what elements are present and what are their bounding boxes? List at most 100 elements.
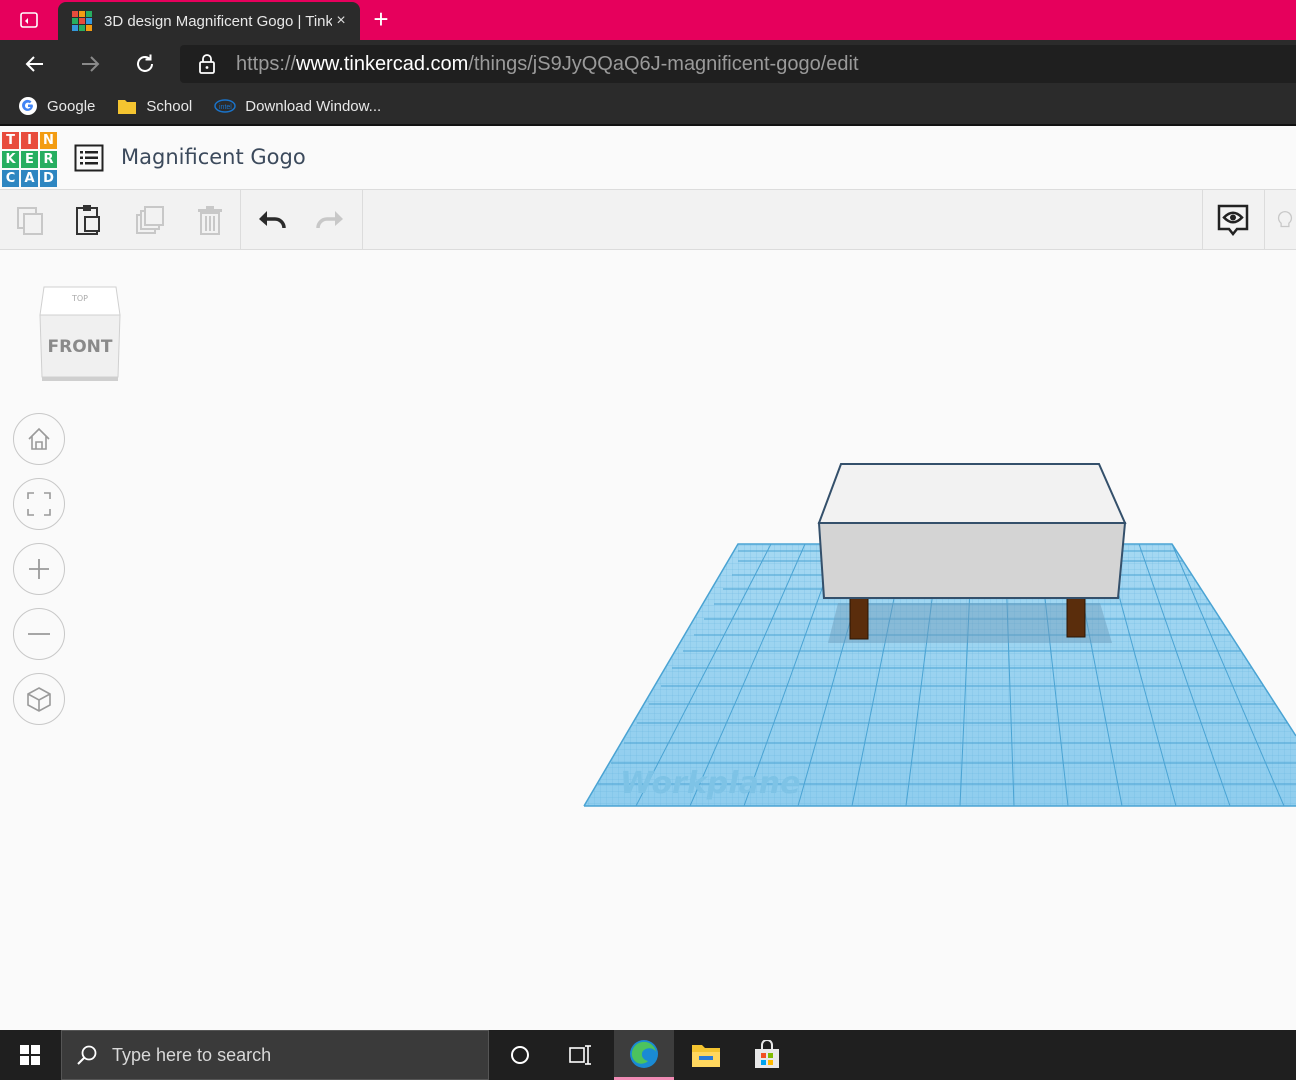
back-arrow-icon bbox=[25, 56, 43, 72]
search-placeholder: Type here to search bbox=[112, 1044, 272, 1065]
view-cube-graphic: TOP FRONT bbox=[39, 286, 121, 381]
new-tab-button[interactable]: + bbox=[368, 6, 394, 34]
intel-icon: intel bbox=[214, 99, 236, 113]
fit-view-button[interactable] bbox=[13, 478, 65, 530]
taskbar-search-box[interactable]: Type here to search bbox=[61, 1030, 489, 1080]
url-path: /things/jS9JyQQaQ6J-magnificent-gogo/edi… bbox=[468, 52, 859, 75]
search-icon bbox=[77, 1045, 97, 1065]
store-button[interactable] bbox=[737, 1030, 797, 1080]
task-view-icon bbox=[569, 1045, 591, 1065]
design-list-button[interactable] bbox=[74, 144, 104, 172]
address-bar[interactable]: https://www.tinkercad.com/things/jS9JyQQ… bbox=[180, 45, 1296, 83]
file-explorer-icon bbox=[692, 1045, 720, 1067]
home-view-button[interactable] bbox=[13, 413, 65, 465]
logo-letter: A bbox=[21, 170, 38, 187]
copy-button[interactable] bbox=[10, 200, 50, 240]
redo-button[interactable] bbox=[310, 200, 350, 240]
windows-taskbar: Type here to search bbox=[0, 1030, 1296, 1080]
design-title[interactable]: Magnificent Gogo bbox=[121, 145, 306, 169]
bookmark-google[interactable]: Google bbox=[18, 96, 95, 116]
forward-arrow-icon bbox=[82, 56, 100, 72]
view-cube[interactable]: TOP FRONT bbox=[36, 285, 124, 385]
bookmark-label: School bbox=[146, 97, 193, 115]
file-explorer-button[interactable] bbox=[676, 1030, 736, 1080]
browser-tab-strip: 3D design Magnificent Gogo | Tinkercad ×… bbox=[0, 0, 1296, 40]
folder-icon bbox=[118, 100, 137, 114]
lightbulb-icon bbox=[1277, 210, 1293, 228]
bookmark-download-windows[interactable]: intel Download Window... bbox=[214, 98, 381, 115]
undo-icon bbox=[259, 211, 286, 229]
windows-icon bbox=[20, 1045, 40, 1065]
copy-icon bbox=[17, 207, 43, 235]
logo-letter: C bbox=[2, 170, 19, 187]
paste-icon bbox=[76, 205, 100, 235]
duplicate-icon bbox=[136, 206, 164, 234]
workspace-canvas[interactable]: Workplane TOP FRONT bbox=[0, 251, 1296, 1029]
perspective-icon bbox=[27, 687, 51, 712]
refresh-button[interactable] bbox=[129, 48, 161, 80]
zoom-in-icon bbox=[29, 559, 49, 579]
tinkercad-logo[interactable]: T I N K E R C A D bbox=[2, 132, 57, 187]
bookmark-school[interactable]: School bbox=[117, 97, 192, 115]
toolbar-divider bbox=[1202, 190, 1203, 250]
logo-letter: K bbox=[2, 151, 19, 168]
3d-scene[interactable]: Workplane bbox=[0, 251, 1296, 1029]
refresh-icon bbox=[137, 54, 153, 72]
zoom-in-button[interactable] bbox=[13, 543, 65, 595]
home-icon bbox=[28, 427, 50, 450]
google-icon bbox=[19, 97, 37, 115]
undo-button[interactable] bbox=[252, 200, 292, 240]
edge-icon bbox=[630, 1039, 658, 1068]
logo-letter: T bbox=[2, 132, 19, 149]
paste-button[interactable] bbox=[68, 200, 108, 240]
workplane-label: Workplane bbox=[620, 766, 801, 801]
notes-button[interactable] bbox=[1213, 200, 1253, 240]
toolbar-divider bbox=[362, 190, 363, 250]
cortana-button[interactable] bbox=[490, 1030, 550, 1080]
perspective-button[interactable] bbox=[13, 673, 65, 725]
edge-taskbar-button[interactable] bbox=[614, 1030, 674, 1080]
bookmark-label: Google bbox=[47, 97, 96, 115]
trash-icon bbox=[198, 206, 222, 235]
hint-button[interactable] bbox=[1274, 200, 1296, 240]
redo-icon bbox=[316, 211, 343, 229]
tab-title: 3D design Magnificent Gogo | Tinkercad bbox=[104, 12, 332, 30]
zoom-out-button[interactable] bbox=[13, 608, 65, 660]
browser-toolbar: https://www.tinkercad.com/things/jS9JyQQ… bbox=[0, 40, 1296, 88]
viewcube-front-label: FRONT bbox=[48, 337, 113, 357]
zoom-out-icon bbox=[28, 633, 50, 635]
fit-view-icon bbox=[27, 492, 51, 516]
toolbar-divider bbox=[240, 190, 241, 250]
bookmarks-bar: Google School intel Download Window... bbox=[0, 88, 1296, 126]
tab-close-button[interactable]: × bbox=[332, 12, 350, 30]
notes-icon bbox=[1217, 204, 1249, 237]
tab-actions-button[interactable] bbox=[14, 8, 44, 32]
url-scheme: https:// bbox=[236, 52, 297, 75]
tinkercad-favicon bbox=[72, 11, 92, 31]
tab-actions-icon bbox=[20, 12, 38, 28]
forward-button[interactable] bbox=[74, 48, 106, 80]
back-button[interactable] bbox=[19, 48, 51, 80]
bookmark-label: Download Window... bbox=[245, 97, 382, 115]
cortana-icon bbox=[511, 1046, 529, 1064]
task-view-button[interactable] bbox=[550, 1030, 610, 1080]
app-header: T I N K E R C A D Magnificent Gogo bbox=[0, 128, 1296, 190]
start-button[interactable] bbox=[0, 1030, 60, 1080]
svg-text:intel: intel bbox=[219, 104, 232, 111]
logo-letter: D bbox=[40, 170, 57, 187]
delete-button[interactable] bbox=[190, 200, 230, 240]
logo-letter: I bbox=[21, 132, 38, 149]
edit-toolbar bbox=[0, 190, 1296, 250]
url-host: www.tinkercad.com bbox=[296, 52, 469, 75]
table-top-box[interactable] bbox=[817, 463, 1127, 599]
store-icon bbox=[755, 1040, 779, 1068]
logo-letter: R bbox=[40, 151, 57, 168]
lock-icon bbox=[199, 54, 215, 74]
logo-letter: N bbox=[40, 132, 57, 149]
toolbar-divider bbox=[1264, 190, 1265, 250]
browser-tab-active[interactable]: 3D design Magnificent Gogo | Tinkercad × bbox=[58, 2, 360, 40]
logo-letter: E bbox=[21, 151, 38, 168]
viewcube-top-label: TOP bbox=[71, 294, 88, 303]
duplicate-button[interactable] bbox=[130, 200, 170, 240]
list-icon bbox=[74, 144, 104, 172]
